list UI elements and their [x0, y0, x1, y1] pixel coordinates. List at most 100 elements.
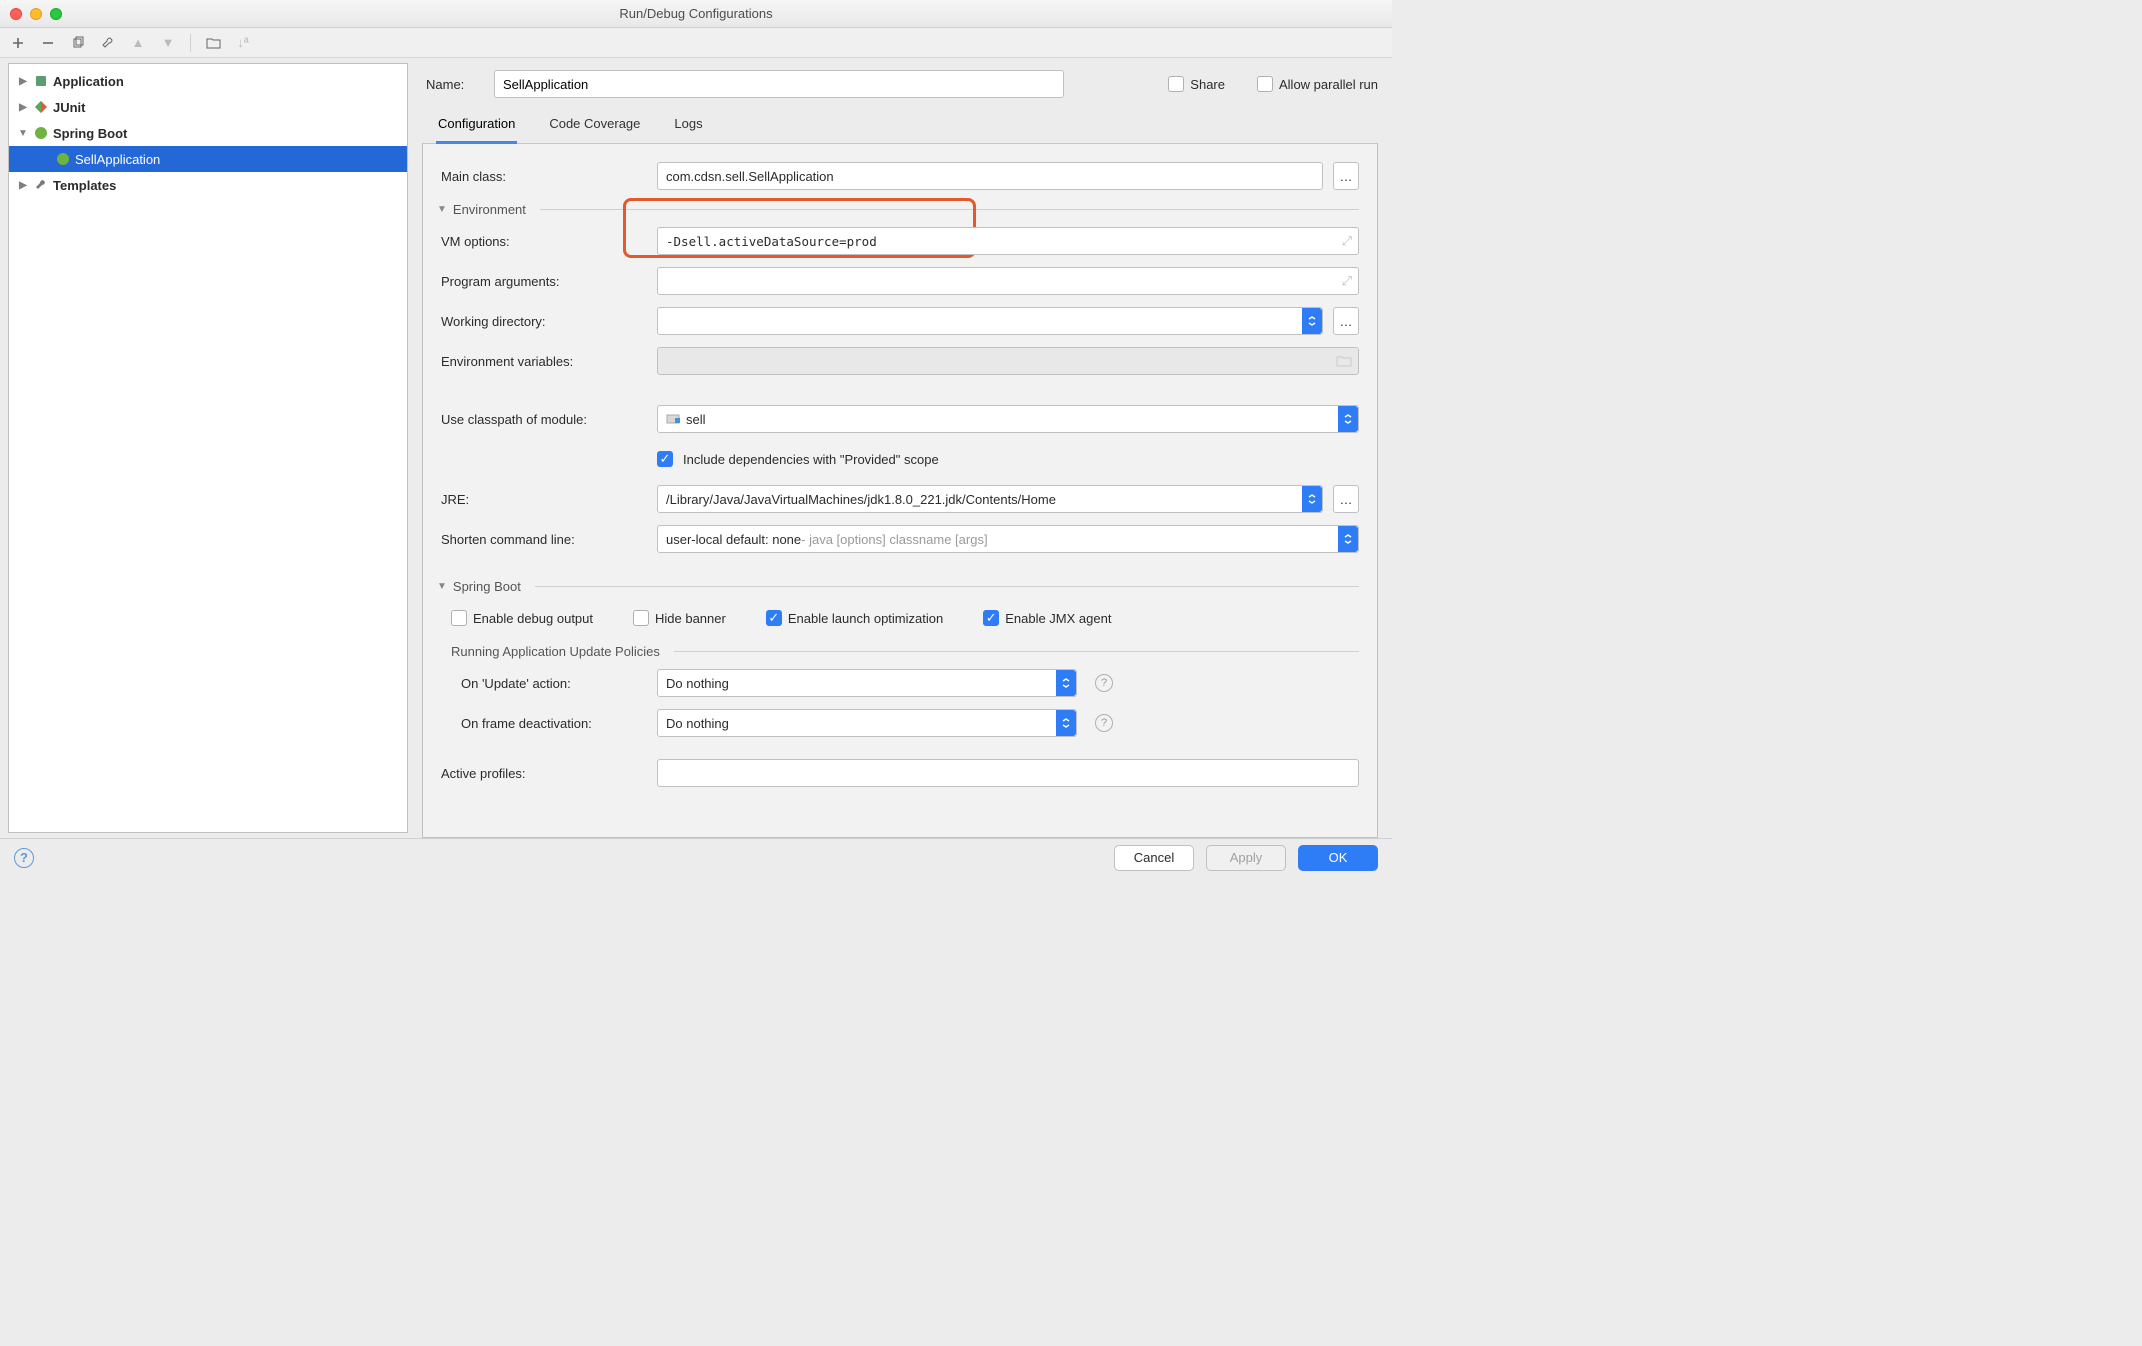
classpath-label: Use classpath of module:: [441, 412, 647, 427]
tree-label: Templates: [53, 178, 116, 193]
main-class-label: Main class:: [441, 169, 647, 184]
active-profiles-label: Active profiles:: [441, 766, 647, 781]
tree-item-application[interactable]: ▶ Application: [9, 68, 407, 94]
update-policies-header: Running Application Update Policies: [451, 644, 1359, 659]
config-panel: Main class: com.cdsn.sell.SellApplicatio…: [422, 144, 1378, 838]
launch-opt-label: Enable launch optimization: [788, 611, 943, 626]
help-icon[interactable]: ?: [1095, 674, 1113, 692]
chevron-down-icon[interactable]: [1338, 526, 1358, 552]
tabs: Configuration Code Coverage Logs: [422, 108, 1378, 144]
chevron-down-icon[interactable]: [1338, 406, 1358, 432]
footer: ? Cancel Apply OK: [0, 838, 1392, 876]
module-icon: [666, 412, 680, 427]
vm-options-label: VM options:: [441, 234, 647, 249]
tab-code-coverage[interactable]: Code Coverage: [547, 108, 642, 143]
include-provided-label: Include dependencies with "Provided" sco…: [683, 452, 939, 467]
springboot-section-header[interactable]: ▼ Spring Boot: [437, 579, 1359, 594]
parallel-label: Allow parallel run: [1279, 77, 1378, 92]
tree-item-springboot[interactable]: ▼ Spring Boot: [9, 120, 407, 146]
program-args-input[interactable]: ⤢: [657, 267, 1359, 295]
wrench-icon: [33, 177, 49, 193]
toolbar: ▲ ▼ ↓ª: [0, 28, 1392, 58]
help-icon[interactable]: ?: [1095, 714, 1113, 732]
separator: [190, 34, 191, 52]
ok-button[interactable]: OK: [1298, 845, 1378, 871]
collapse-icon: ▼: [437, 581, 447, 592]
add-icon[interactable]: [10, 35, 26, 51]
env-vars-label: Environment variables:: [441, 354, 647, 369]
help-button[interactable]: ?: [14, 848, 34, 868]
jre-select[interactable]: /Library/Java/JavaVirtualMachines/jdk1.8…: [657, 485, 1323, 513]
down-icon[interactable]: ▼: [160, 35, 176, 51]
main-class-input[interactable]: com.cdsn.sell.SellApplication: [657, 162, 1323, 190]
wrench-icon[interactable]: [100, 35, 116, 51]
tree-label: Spring Boot: [53, 126, 127, 141]
copy-icon[interactable]: [70, 35, 86, 51]
collapse-icon: ▼: [17, 128, 29, 139]
hide-banner-label: Hide banner: [655, 611, 726, 626]
shorten-label: Shorten command line:: [441, 532, 647, 547]
window-title: Run/Debug Configurations: [0, 6, 1392, 21]
shorten-select[interactable]: user-local default: none - java [options…: [657, 525, 1359, 553]
share-label: Share: [1190, 77, 1225, 92]
environment-section-header[interactable]: ▼ Environment: [437, 202, 1359, 217]
tree-item-sellapplication[interactable]: SellApplication: [9, 146, 407, 172]
titlebar: Run/Debug Configurations: [0, 0, 1392, 28]
working-dir-label: Working directory:: [441, 314, 647, 329]
active-profiles-input[interactable]: [657, 759, 1359, 787]
folder-icon[interactable]: [1336, 353, 1352, 370]
cancel-button[interactable]: Cancel: [1114, 845, 1194, 871]
name-input[interactable]: [494, 70, 1064, 98]
sort-icon[interactable]: ↓ª: [235, 35, 251, 51]
expand-icon: ▶: [17, 102, 29, 113]
tree-item-templates[interactable]: ▶ Templates: [9, 172, 407, 198]
env-vars-input[interactable]: [657, 347, 1359, 375]
jmx-checkbox[interactable]: ✓: [983, 610, 999, 626]
enable-debug-label: Enable debug output: [473, 611, 593, 626]
expand-icon[interactable]: ⤢: [1342, 273, 1352, 289]
share-checkbox[interactable]: [1168, 76, 1184, 92]
on-deact-label: On frame deactivation:: [461, 716, 647, 731]
tab-configuration[interactable]: Configuration: [436, 108, 517, 144]
apply-button[interactable]: Apply: [1206, 845, 1286, 871]
jmx-label: Enable JMX agent: [1005, 611, 1111, 626]
working-dir-input[interactable]: [657, 307, 1323, 335]
tree-label: JUnit: [53, 100, 86, 115]
program-args-label: Program arguments:: [441, 274, 647, 289]
chevron-down-icon[interactable]: [1302, 308, 1322, 334]
classpath-select[interactable]: sell: [657, 405, 1359, 433]
collapse-icon: ▼: [437, 204, 447, 215]
tree-item-junit[interactable]: ▶ JUnit: [9, 94, 407, 120]
on-update-label: On 'Update' action:: [461, 676, 647, 691]
enable-debug-checkbox[interactable]: [451, 610, 467, 626]
chevron-down-icon[interactable]: [1056, 710, 1076, 736]
expand-icon: ▶: [17, 180, 29, 191]
browse-jre-button[interactable]: …: [1333, 485, 1359, 513]
remove-icon[interactable]: [40, 35, 56, 51]
springboot-icon: [55, 151, 71, 167]
tab-logs[interactable]: Logs: [672, 108, 704, 143]
jre-label: JRE:: [441, 492, 647, 507]
chevron-down-icon[interactable]: [1056, 670, 1076, 696]
hide-banner-checkbox[interactable]: [633, 610, 649, 626]
name-label: Name:: [426, 77, 480, 92]
folder-icon[interactable]: [205, 35, 221, 51]
tree-label: SellApplication: [75, 152, 160, 167]
tree-label: Application: [53, 74, 124, 89]
chevron-down-icon[interactable]: [1302, 486, 1322, 512]
up-icon[interactable]: ▲: [130, 35, 146, 51]
expand-icon: ▶: [17, 76, 29, 87]
config-tree: ▶ Application ▶ JUnit ▼ Spring Boot Sell…: [8, 63, 408, 833]
expand-icon[interactable]: ⤢: [1342, 233, 1352, 249]
on-deact-select[interactable]: Do nothing: [657, 709, 1077, 737]
include-provided-checkbox[interactable]: ✓: [657, 451, 673, 467]
parallel-checkbox[interactable]: [1257, 76, 1273, 92]
springboot-icon: [33, 125, 49, 141]
application-icon: [33, 73, 49, 89]
browse-main-class-button[interactable]: …: [1333, 162, 1359, 190]
on-update-select[interactable]: Do nothing: [657, 669, 1077, 697]
vm-options-input[interactable]: -Dsell.activeDataSource=prod ⤢: [657, 227, 1359, 255]
browse-working-dir-button[interactable]: …: [1333, 307, 1359, 335]
junit-icon: [33, 99, 49, 115]
launch-opt-checkbox[interactable]: ✓: [766, 610, 782, 626]
